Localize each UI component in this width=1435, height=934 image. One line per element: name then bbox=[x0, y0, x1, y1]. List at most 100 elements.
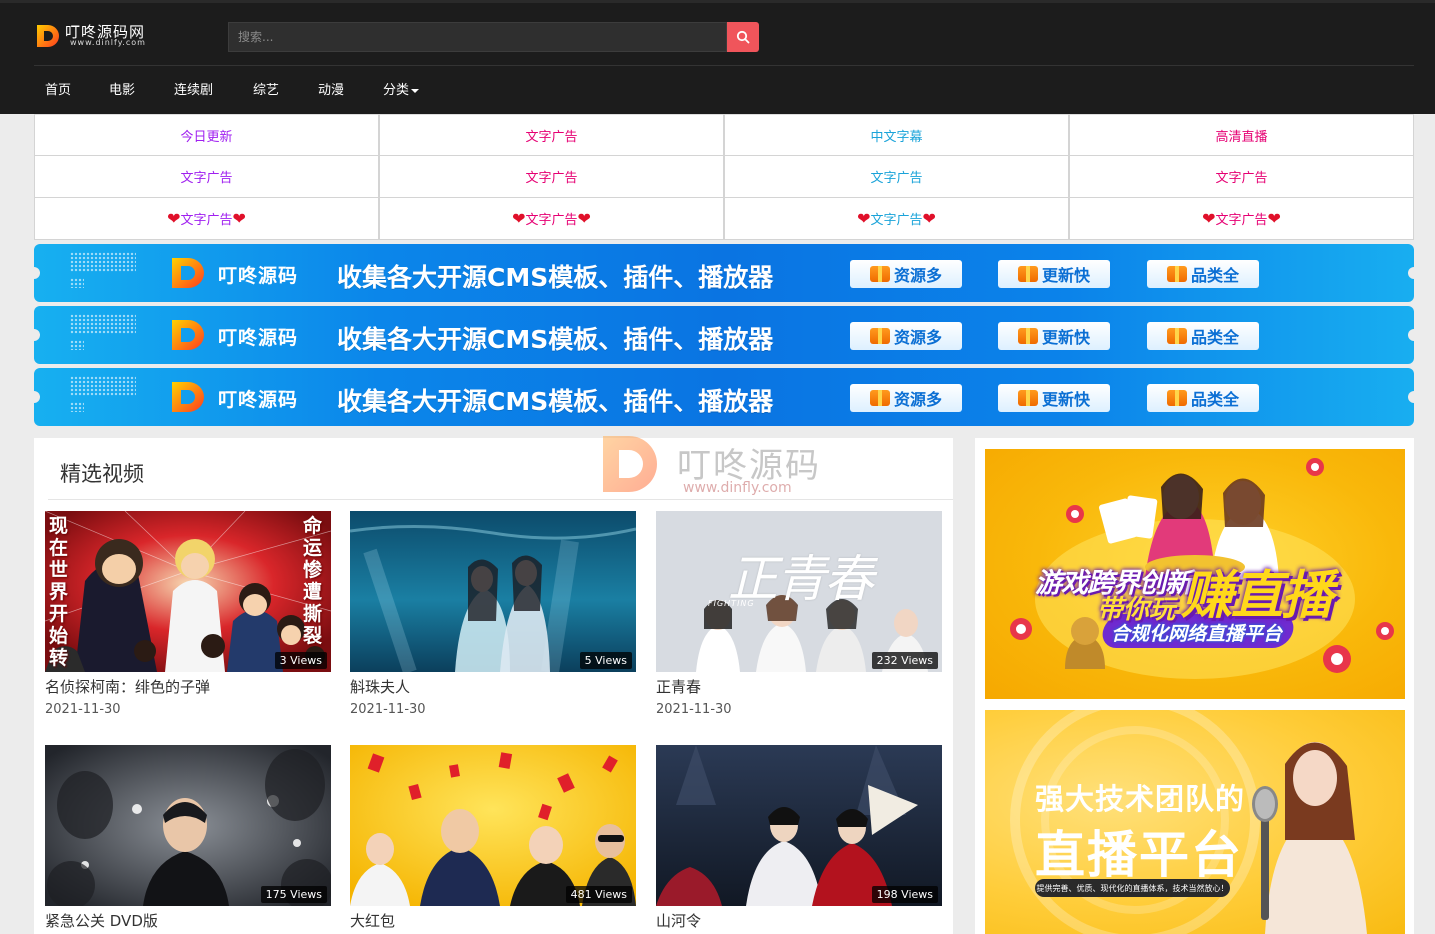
text-ad-link[interactable]: 中文字幕 bbox=[724, 114, 1069, 156]
video-card[interactable]: 正青春 FIGHTING 232 Views 正青春 2021-11-30 bbox=[656, 511, 942, 721]
gift-icon bbox=[1017, 266, 1038, 282]
banner-tag: 更新快 bbox=[998, 384, 1110, 412]
text-ad-label: 文字广告 bbox=[525, 171, 578, 186]
promo-banner[interactable]: 叮咚源码 收集各大开源CMS模板、插件、播放器 资源多 更新快 品类全 bbox=[34, 244, 1414, 302]
video-thumbnail[interactable]: 481 Views bbox=[350, 745, 636, 906]
promo-banner[interactable]: 叮咚源码 收集各大开源CMS模板、插件、播放器 资源多 更新快 品类全 bbox=[34, 306, 1414, 364]
site-logo[interactable]: 叮咚源码网 www.dinlfy.com bbox=[35, 20, 155, 54]
text-ad-label: 今日更新 bbox=[180, 129, 233, 145]
text-ad-link[interactable]: 文字广告 bbox=[724, 156, 1069, 198]
banner-dots bbox=[70, 402, 84, 412]
site-header: 叮咚源码网 www.dinlfy.com 首页 电影 连续剧 综艺 动漫 分类 bbox=[0, 0, 1435, 114]
banner-tag: 资源多 bbox=[850, 260, 962, 288]
nav-category-dropdown[interactable]: 分类 bbox=[383, 81, 420, 101]
text-ad-label: 文字广告 bbox=[180, 213, 233, 228]
banner-dots bbox=[70, 252, 136, 272]
watermark-d-icon bbox=[603, 436, 657, 492]
video-card[interactable]: 5 Views 斛珠夫人 2021-11-30 bbox=[350, 511, 636, 721]
video-title[interactable]: 大红包 bbox=[350, 910, 395, 931]
video-card[interactable]: 481 Views 大红包 bbox=[350, 745, 636, 934]
banner-tag-label: 资源多 bbox=[893, 390, 942, 409]
heart-icon: ❤ bbox=[512, 208, 526, 228]
view-count: 3 Views bbox=[274, 652, 327, 669]
poster-word-of-honor bbox=[656, 745, 942, 906]
banner-tag: 更新快 bbox=[998, 322, 1110, 350]
text-ad-link[interactable]: ❤ 文字广告 ❤ bbox=[379, 198, 724, 240]
text-ad-link[interactable]: 高清直播 bbox=[1069, 114, 1414, 156]
watermark: 叮咚源码 www.dinfly.com bbox=[599, 432, 839, 502]
nav-home[interactable]: 首页 bbox=[45, 81, 71, 101]
banner-tag: 品类全 bbox=[1147, 384, 1259, 412]
search-button[interactable] bbox=[727, 22, 759, 52]
sidebar-ad-live-platform[interactable]: 强大技术团队的 直播平台 提供完善、优质、现代化的直播体系，技术当然放心！ bbox=[985, 710, 1405, 934]
nav-series[interactable]: 连续剧 bbox=[174, 81, 213, 101]
text-ad-label: 文字广告 bbox=[525, 213, 578, 228]
promo-banner[interactable]: 叮咚源码 收集各大开源CMS模板、插件、播放器 资源多 更新快 品类全 bbox=[34, 368, 1414, 426]
banner-tag-label: 品类全 bbox=[1190, 266, 1239, 285]
text-ad-grid: 今日更新 文字广告 中文字幕 高清直播 文字广告 文字广告 文字广告 文字广告 ❤ 文字广告 ❤ ❤ 文… bbox=[34, 114, 1414, 240]
video-thumbnail[interactable]: 175 Views bbox=[45, 745, 331, 906]
heart-icon: ❤ bbox=[857, 208, 871, 228]
video-card[interactable]: 198 Views 山河令 bbox=[656, 745, 942, 934]
heart-icon: ❤ bbox=[232, 208, 246, 228]
view-count: 5 Views bbox=[579, 652, 632, 669]
video-title[interactable]: 紧急公关 DVD版 bbox=[45, 910, 158, 931]
sidebar-ad-game-live[interactable]: 游戏跨界创新 带你玩 赚直播 合规化网络直播平台 bbox=[985, 449, 1405, 699]
text-ad-link[interactable]: 文字广告 bbox=[1069, 156, 1414, 198]
banner-tag: 品类全 bbox=[1147, 322, 1259, 350]
gift-icon bbox=[1166, 390, 1187, 406]
banner-slogan: 收集各大开源CMS模板、插件、播放器 bbox=[337, 325, 774, 354]
video-title[interactable]: 正青春 bbox=[656, 676, 701, 697]
sidebar: 游戏跨界创新 带你玩 赚直播 合规化网络直播平台 强大技术团队的 直播平台 提供… bbox=[975, 438, 1414, 934]
banner-logo-icon bbox=[172, 320, 204, 350]
poster-conan bbox=[45, 511, 331, 672]
video-date: 2021-11-30 bbox=[350, 702, 426, 717]
search-input[interactable] bbox=[228, 22, 727, 52]
text-ad-link[interactable]: 文字广告 bbox=[34, 156, 379, 198]
view-count: 232 Views bbox=[871, 652, 938, 669]
banner-tag-label: 品类全 bbox=[1190, 390, 1239, 409]
text-ad-label: 文字广告 bbox=[525, 129, 578, 145]
banner-tag-label: 资源多 bbox=[893, 328, 942, 347]
poster-text-left: 现在世界开始转 bbox=[49, 515, 69, 669]
logo-d-icon bbox=[37, 25, 59, 47]
banner-tag-label: 品类全 bbox=[1190, 328, 1239, 347]
heart-icon: ❤ bbox=[167, 208, 181, 228]
banner-dots bbox=[70, 340, 84, 350]
video-title[interactable]: 斛珠夫人 bbox=[350, 676, 410, 697]
text-ad-link[interactable]: ❤ 文字广告 ❤ bbox=[1069, 198, 1414, 240]
video-thumbnail[interactable]: 正青春 FIGHTING 232 Views bbox=[656, 511, 942, 672]
ad2-line1: 强大技术团队的 bbox=[1035, 782, 1246, 816]
banner-dots bbox=[70, 376, 136, 396]
video-thumbnail[interactable]: 现在世界开始转 命运惨遭撕裂 3 Views bbox=[45, 511, 331, 672]
video-title[interactable]: 名侦探柯南：绯色的子弹 bbox=[45, 676, 210, 697]
gift-icon bbox=[869, 390, 890, 406]
video-thumbnail[interactable]: 198 Views bbox=[656, 745, 942, 906]
heart-icon: ❤ bbox=[1202, 208, 1216, 228]
text-ad-link[interactable]: 文字广告 bbox=[379, 114, 724, 156]
nav-movies[interactable]: 电影 bbox=[109, 81, 135, 101]
banner-logo-icon bbox=[172, 382, 204, 412]
banner-tag-label: 资源多 bbox=[893, 266, 942, 285]
text-ad-link[interactable]: ❤ 文字广告 ❤ bbox=[34, 198, 379, 240]
video-thumbnail[interactable]: 5 Views bbox=[350, 511, 636, 672]
nav-variety[interactable]: 综艺 bbox=[253, 81, 279, 101]
video-title[interactable]: 山河令 bbox=[656, 910, 701, 931]
banner-tag-label: 更新快 bbox=[1041, 266, 1090, 285]
text-ad-link[interactable]: 今日更新 bbox=[34, 114, 379, 156]
nav-anime[interactable]: 动漫 bbox=[318, 81, 344, 101]
video-card[interactable]: 175 Views 紧急公关 DVD版 bbox=[45, 745, 331, 934]
banner-brand: 叮咚源码 bbox=[218, 327, 299, 349]
text-ad-label: 高清直播 bbox=[1215, 129, 1268, 145]
heart-icon: ❤ bbox=[1267, 208, 1281, 228]
caret-down-icon bbox=[411, 88, 420, 93]
nav-category-label: 分类 bbox=[383, 83, 410, 98]
text-ad-link[interactable]: 文字广告 bbox=[379, 156, 724, 198]
poster-underwater bbox=[350, 511, 636, 672]
ad2-line2: 直播平台 bbox=[1035, 826, 1243, 884]
view-count: 198 Views bbox=[871, 886, 938, 903]
text-ad-link[interactable]: ❤ 文字广告 ❤ bbox=[724, 198, 1069, 240]
video-card[interactable]: 现在世界开始转 命运惨遭撕裂 3 Views 名侦探柯南：绯色的子弹 2021-… bbox=[45, 511, 331, 721]
header-divider bbox=[34, 65, 1414, 66]
banner-tag: 资源多 bbox=[850, 322, 962, 350]
